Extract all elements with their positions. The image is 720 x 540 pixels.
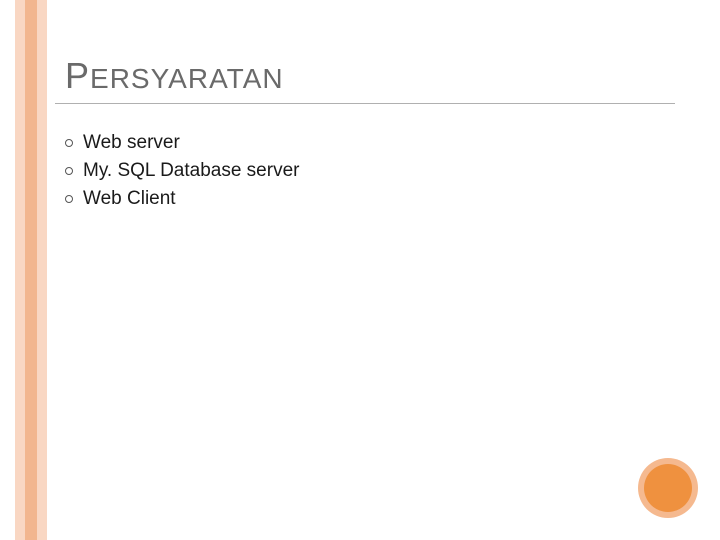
list-item: Web server (65, 132, 690, 154)
list-item: My. SQL Database server (65, 160, 690, 182)
title-rest: ERSYARATAN (90, 63, 284, 94)
left-accent-bar-inner (25, 0, 37, 540)
list-item-text: Web Client (83, 188, 176, 210)
bullet-icon (65, 167, 73, 175)
title-underline (55, 103, 675, 104)
bullet-list: Web server My. SQL Database server Web C… (65, 132, 690, 210)
list-item-text: My. SQL Database server (83, 160, 299, 182)
slide-title: PERSYARATAN (65, 55, 690, 97)
slide-container: PERSYARATAN Web server My. SQL Database … (0, 0, 720, 540)
list-item-text: Web server (83, 132, 180, 154)
title-first-letter: P (65, 55, 90, 96)
bullet-icon (65, 139, 73, 147)
decorative-circle-inner (644, 464, 692, 512)
bullet-icon (65, 195, 73, 203)
list-item: Web Client (65, 188, 690, 210)
